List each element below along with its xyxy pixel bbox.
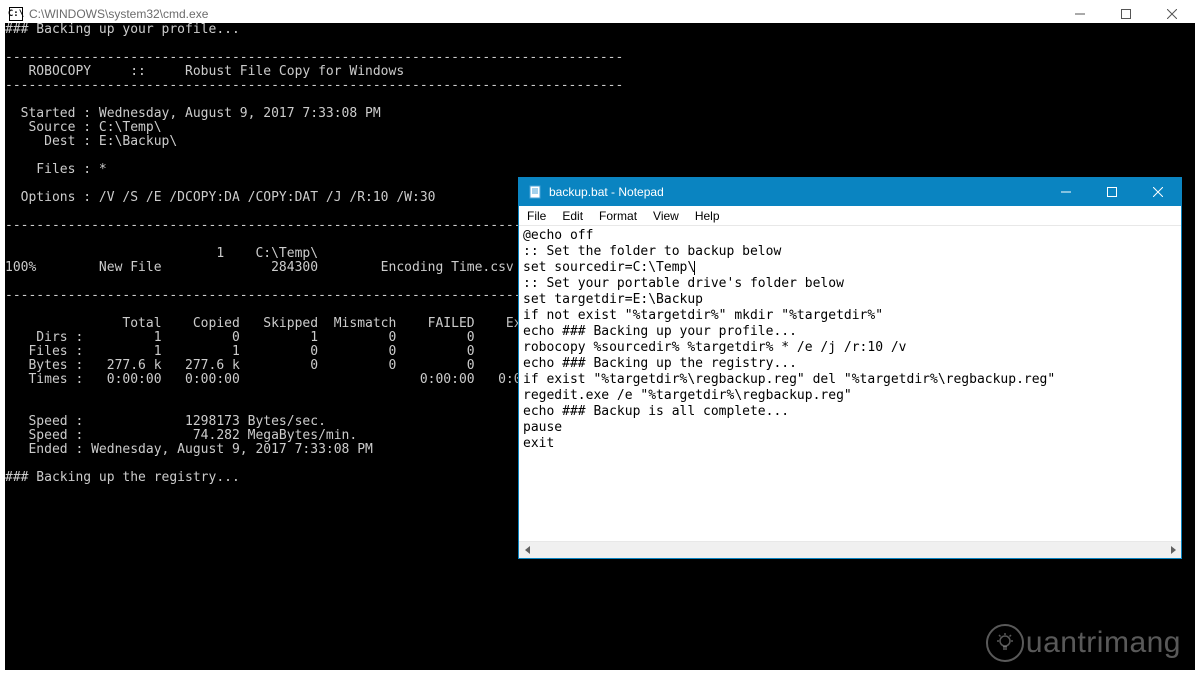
close-button[interactable] (1149, 5, 1195, 23)
notepad-menubar: File Edit Format View Help (519, 206, 1181, 226)
notepad-icon (527, 184, 543, 200)
cmd-title: C:\WINDOWS\system32\cmd.exe (29, 7, 1057, 21)
notepad-window-controls (1043, 178, 1181, 206)
minimize-button[interactable] (1057, 5, 1103, 23)
menu-file[interactable]: File (519, 207, 554, 225)
watermark-logo: uantrimang (986, 624, 1181, 662)
notepad-window: backup.bat - Notepad File Edit Format Vi… (518, 177, 1182, 559)
cmd-window-controls (1057, 5, 1195, 23)
watermark-text: uantrimang (1026, 626, 1181, 660)
text-caret (694, 261, 695, 275)
cmd-titlebar[interactable]: C:\ C:\WINDOWS\system32\cmd.exe (5, 5, 1195, 23)
editor-text-after-caret: :: Set your portable drive's folder belo… (523, 276, 1055, 451)
editor-text-before-caret: @echo off :: Set the folder to backup be… (523, 228, 781, 275)
menu-help[interactable]: Help (687, 207, 728, 225)
horizontal-scrollbar[interactable] (519, 541, 1181, 558)
notepad-title: backup.bat - Notepad (549, 185, 1043, 199)
maximize-button[interactable] (1089, 178, 1135, 206)
maximize-button[interactable] (1103, 5, 1149, 23)
notepad-titlebar[interactable]: backup.bat - Notepad (519, 178, 1181, 206)
bulb-icon (986, 624, 1024, 662)
scroll-right-icon[interactable] (1164, 542, 1181, 559)
menu-view[interactable]: View (645, 207, 687, 225)
notepad-editor[interactable]: @echo off :: Set the folder to backup be… (519, 226, 1181, 541)
minimize-button[interactable] (1043, 178, 1089, 206)
menu-edit[interactable]: Edit (554, 207, 591, 225)
scroll-left-icon[interactable] (519, 542, 536, 559)
menu-format[interactable]: Format (591, 207, 645, 225)
cmd-icon: C:\ (9, 7, 23, 21)
close-button[interactable] (1135, 178, 1181, 206)
